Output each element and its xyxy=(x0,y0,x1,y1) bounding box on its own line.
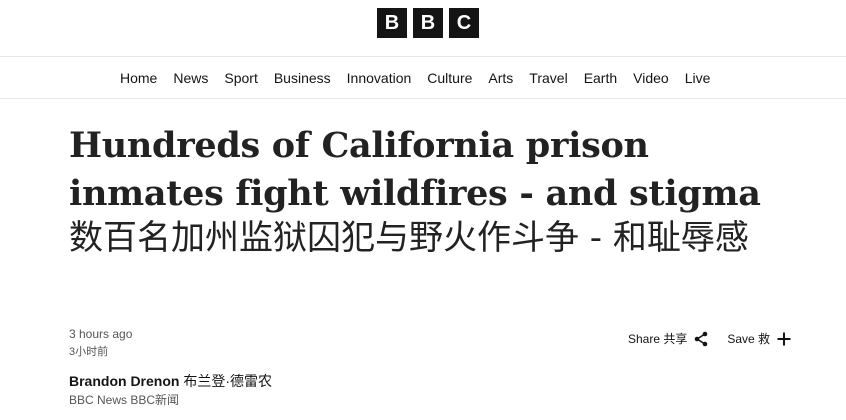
share-icon xyxy=(695,331,708,346)
share-label: Share 共享 xyxy=(628,332,688,346)
nav-item-culture[interactable]: Culture xyxy=(427,70,472,86)
main-nav: Home News Sport Business Innovation Cult… xyxy=(0,58,846,99)
save-button[interactable]: Save 救 xyxy=(727,330,792,347)
author-org: BBC News xyxy=(69,393,128,407)
nav-item-video[interactable]: Video xyxy=(633,70,669,86)
nav-item-business[interactable]: Business xyxy=(274,70,331,86)
author-name-translation: 布兰登·德雷农 xyxy=(183,373,273,389)
nav-item-earth[interactable]: Earth xyxy=(584,70,617,86)
plus-icon xyxy=(777,332,791,345)
author-org-line: BBC News BBC新闻 xyxy=(69,392,272,408)
author-name: Brandon Drenon xyxy=(69,373,180,389)
bbc-logo[interactable]: B B C xyxy=(377,8,479,38)
save-label: Save 救 xyxy=(727,332,771,346)
article-actions: Share 共享 Save 救 xyxy=(628,330,792,347)
nav-list: Home News Sport Business Innovation Cult… xyxy=(120,70,710,86)
logo-letter-b1: B xyxy=(377,8,407,38)
logo-letter-c: C xyxy=(449,8,479,38)
author-name-line: Brandon Drenon 布兰登·德雷农 xyxy=(69,372,272,390)
author-block: Brandon Drenon 布兰登·德雷农 BBC News BBC新闻 xyxy=(69,372,272,408)
article-meta: 3 hours ago 3小时前 xyxy=(69,326,132,360)
nav-item-arts[interactable]: Arts xyxy=(488,70,513,86)
share-button[interactable]: Share 共享 xyxy=(628,330,709,347)
nav-item-travel[interactable]: Travel xyxy=(529,70,567,86)
publish-time: 3 hours ago xyxy=(69,327,133,341)
publish-time-translation: 3小时前 xyxy=(69,346,109,358)
author-org-translation: BBC新闻 xyxy=(130,393,180,407)
nav-item-home[interactable]: Home xyxy=(120,70,157,86)
nav-item-live[interactable]: Live xyxy=(685,70,711,86)
nav-item-innovation[interactable]: Innovation xyxy=(347,70,412,86)
site-header: B B C xyxy=(0,0,846,57)
article-headline-translation: 数百名加州监狱囚犯与野火作斗争 - 和耻辱感 xyxy=(69,218,749,258)
article-headline: Hundreds of California prison inmates fi… xyxy=(69,125,761,214)
nav-item-news[interactable]: News xyxy=(173,70,208,86)
nav-item-sport[interactable]: Sport xyxy=(224,70,257,86)
logo-letter-b2: B xyxy=(413,8,443,38)
